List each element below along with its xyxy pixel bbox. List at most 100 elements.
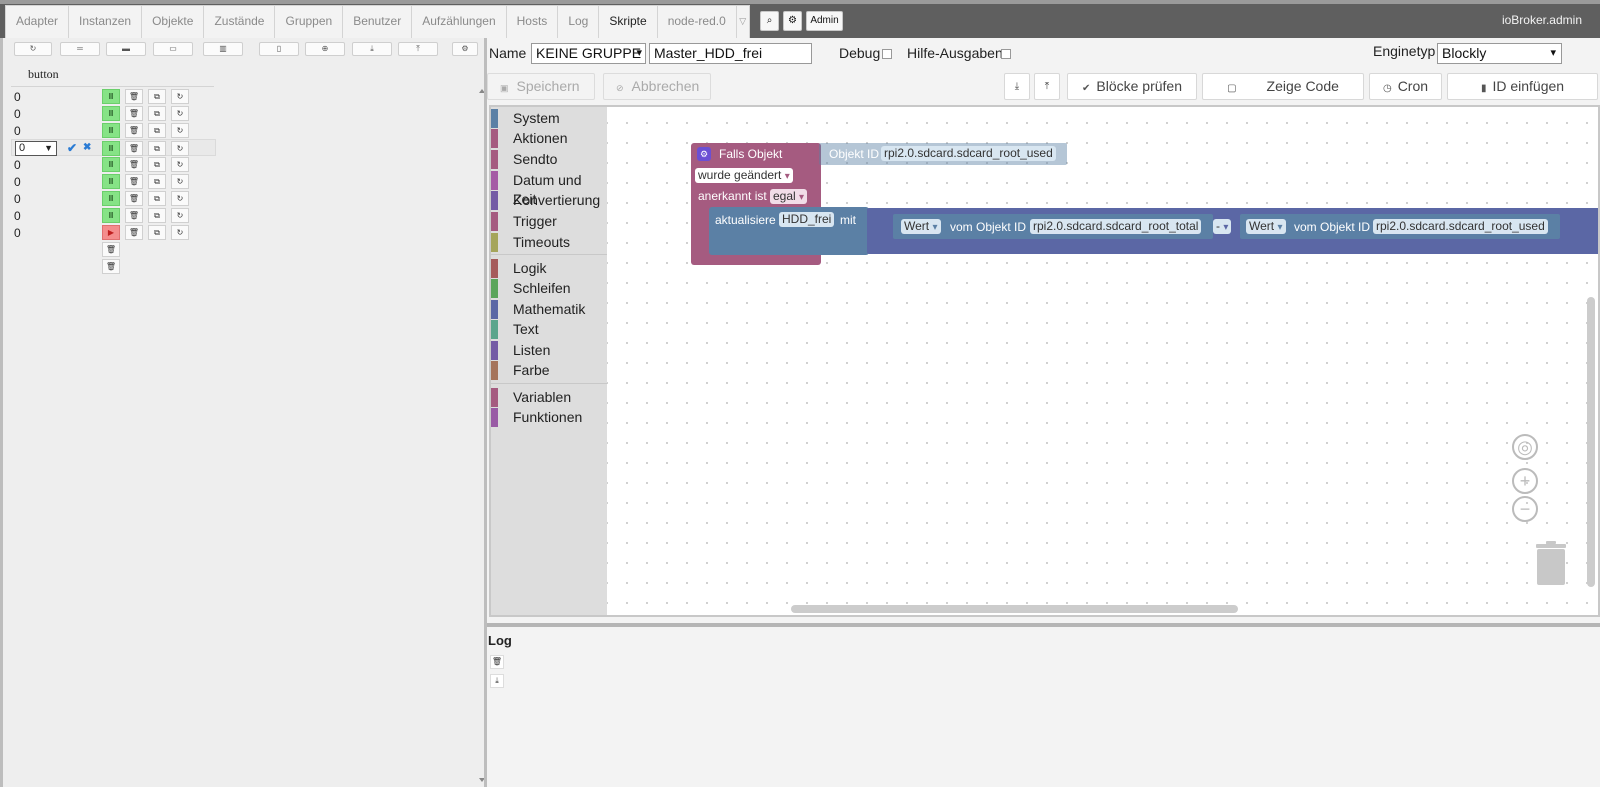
download-icon[interactable]: ⤓ <box>490 674 504 688</box>
toolbox-category[interactable]: Farbe <box>491 361 607 380</box>
toolbox-category[interactable]: System <box>491 109 607 128</box>
toolbox-category[interactable]: Aktionen <box>491 129 607 148</box>
left-object-field[interactable]: rpi2.0.sdcard.sdcard_root_total <box>1030 219 1202 234</box>
group-select[interactable]: KEINE GRUPPE ▾ <box>531 43 646 64</box>
list-item-editing[interactable]: 0 ▼ ✔ ✖ II 🗑 ⧉ ↻ <box>11 139 216 156</box>
delete-icon[interactable]: 🗑 <box>125 174 143 189</box>
tab-benutzer[interactable]: Benutzer <box>342 5 413 38</box>
list-item[interactable]: 0 II 🗑 ⧉ ↻ <box>11 190 216 207</box>
settings-icon[interactable]: ⚙ <box>783 11 802 31</box>
changed-dropdown[interactable]: wurde geändert ▾ <box>695 168 793 183</box>
toolbox-category[interactable]: Schleifen <box>491 279 607 298</box>
refresh-icon[interactable]: ↻ <box>171 191 189 206</box>
delete-icon[interactable]: 🗑 <box>125 225 143 240</box>
toolbox-category[interactable]: Funktionen <box>491 408 607 427</box>
delete-icon[interactable]: 🗑 <box>102 259 120 274</box>
delete-icon[interactable]: 🗑 <box>125 106 143 121</box>
refresh-icon[interactable]: ↻ <box>171 106 189 121</box>
add-icon[interactable]: ⊕ <box>305 42 345 56</box>
refresh-icon[interactable]: ↻ <box>171 225 189 240</box>
columns-icon[interactable]: ▥ <box>203 42 243 56</box>
hilfe-ausgaben-checkbox[interactable] <box>1001 49 1011 59</box>
play-icon[interactable]: ▶ <box>102 225 120 240</box>
toolbox-category[interactable]: Konvertierung <box>491 191 607 210</box>
delete-icon[interactable]: 🗑 <box>125 208 143 223</box>
delete-icon[interactable]: 🗑 <box>490 655 504 669</box>
tab-log[interactable]: Log <box>557 5 600 38</box>
export-icon[interactable]: ⤓ <box>1004 73 1030 100</box>
pause-icon[interactable]: II <box>102 141 120 156</box>
tab-adapter[interactable]: Adapter <box>5 5 70 38</box>
value-select[interactable]: 0 ▼ <box>15 141 57 156</box>
tab-instanzen[interactable]: Instanzen <box>68 5 143 38</box>
copy-icon[interactable]: ⧉ <box>148 208 166 223</box>
delete-icon[interactable]: 🗑 <box>125 89 143 104</box>
refresh-icon[interactable]: ↻ <box>171 157 189 172</box>
refresh-icon[interactable]: ↻ <box>171 123 189 138</box>
list-item[interactable]: 0 II 🗑 ⧉ ↻ <box>11 105 216 122</box>
tab-zustaende[interactable]: Zustände <box>203 5 276 38</box>
pause-icon[interactable]: II <box>102 191 120 206</box>
search-icon[interactable]: ⌕ <box>760 11 779 31</box>
delete-icon[interactable]: 🗑 <box>125 191 143 206</box>
import-icon[interactable]: ⤒ <box>1034 73 1060 100</box>
delete-icon[interactable]: 🗑 <box>125 157 143 172</box>
save-button[interactable]: ▣ Speichern <box>487 73 595 100</box>
import-icon[interactable]: ⤒ <box>398 42 438 56</box>
update-variable-field[interactable]: HDD_frei <box>779 212 835 227</box>
copy-icon[interactable]: ⧉ <box>148 174 166 189</box>
copy-icon[interactable]: ⧉ <box>148 106 166 121</box>
pause-icon[interactable]: II <box>102 157 120 172</box>
workspace-horizontal-scrollbar[interactable] <box>791 605 1238 613</box>
gear-icon[interactable]: ⚙ <box>697 147 711 161</box>
refresh-icon[interactable]: ↻ <box>171 89 189 104</box>
refresh-icon[interactable]: ↻ <box>171 208 189 223</box>
toolbox-category[interactable]: Datum und Zeit <box>491 171 607 207</box>
pause-icon[interactable]: II <box>102 208 120 223</box>
right-object-field[interactable]: rpi2.0.sdcard.sdcard_root_used <box>1373 219 1548 234</box>
trigger-object-field[interactable]: rpi2.0.sdcard.sdcard_root_used <box>881 146 1056 161</box>
list-item[interactable]: 0 ▶ 🗑 ⧉ ↻ <box>11 224 216 241</box>
debug-checkbox[interactable] <box>882 49 892 59</box>
list-item[interactable]: 0 II 🗑 ⧉ ↻ <box>11 173 216 190</box>
list-item[interactable]: 0 II 🗑 ⧉ ↻ <box>11 156 216 173</box>
left-value-dropdown[interactable]: Wert ▾ <box>901 219 941 234</box>
toolbox-category[interactable]: Mathematik <box>491 300 607 319</box>
engine-select[interactable]: Blockly ▾ <box>1437 43 1562 64</box>
settings-icon[interactable]: ⚙ <box>452 42 478 56</box>
recenter-icon[interactable]: ◎ <box>1512 434 1538 460</box>
cron-button[interactable]: ◷ Cron <box>1369 73 1442 100</box>
toolbox-category[interactable]: Timeouts <box>491 233 607 252</box>
new-file-icon[interactable]: ▯ <box>259 42 299 56</box>
zoom-in-icon[interactable]: + <box>1512 468 1538 494</box>
collapse-icon[interactable]: ═ <box>60 42 100 56</box>
admin-button[interactable]: Admin <box>806 11 843 31</box>
pause-icon[interactable]: II <box>102 123 120 138</box>
pause-icon[interactable]: II <box>102 174 120 189</box>
toolbox-category[interactable]: Sendto <box>491 150 607 169</box>
toolbox-category[interactable]: Listen <box>491 341 607 360</box>
list-item[interactable]: 🗑 <box>11 241 216 258</box>
cancel-icon[interactable]: ✖ <box>83 142 91 153</box>
ack-dropdown[interactable]: egal ▾ <box>770 189 808 204</box>
export-icon[interactable]: ⤓ <box>352 42 392 56</box>
tab-aufzaehlungen[interactable]: Aufzählungen <box>411 5 507 38</box>
tab-gruppen[interactable]: Gruppen <box>274 5 344 38</box>
show-code-button[interactable]: ▢ Zeige Code <box>1202 73 1364 100</box>
workspace-vertical-scrollbar[interactable] <box>1587 297 1595 587</box>
tab-node-red[interactable]: node-red.0 <box>656 5 737 38</box>
pause-icon[interactable]: II <box>102 106 120 121</box>
confirm-icon[interactable]: ✔ <box>67 141 77 155</box>
insert-id-button[interactable]: ▮ ID einfügen <box>1447 73 1598 100</box>
delete-icon[interactable]: 🗑 <box>125 123 143 138</box>
toolbox-category[interactable]: Trigger <box>491 212 607 231</box>
folder-icon[interactable]: ▬ <box>106 42 146 56</box>
refresh-icon[interactable]: ↻ <box>14 42 52 56</box>
cancel-button[interactable]: ⊘ Abbrechen <box>603 73 711 100</box>
tab-skripte[interactable]: Skripte <box>598 5 658 38</box>
blockly-workspace[interactable]: System Aktionen Sendto Datum und Zeit Ko… <box>489 105 1600 617</box>
toolbox-category[interactable]: Variablen <box>491 388 607 407</box>
script-name-input[interactable]: Master_HDD_frei <box>649 43 812 64</box>
tab-objekte[interactable]: Objekte <box>141 5 205 38</box>
copy-icon[interactable]: ⧉ <box>148 191 166 206</box>
